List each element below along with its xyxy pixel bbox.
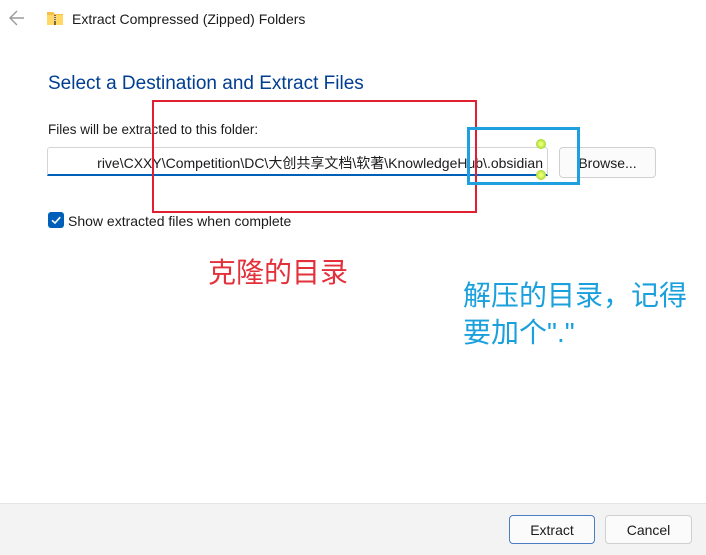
dialog-heading: Select a Destination and Extract Files: [48, 73, 364, 94]
blue-annotation-line-2: 要加个".": [463, 317, 575, 348]
cancel-button[interactable]: Cancel: [605, 515, 692, 544]
blue-annotation-line-1: 解压的目录，记得: [463, 280, 688, 311]
blue-annotation-text: 解压的目录，记得 要加个".": [463, 277, 687, 351]
arrow-left-icon: [9, 10, 24, 26]
zip-folder-icon: [47, 12, 63, 25]
extract-button[interactable]: Extract: [509, 515, 595, 544]
annotation-dot-bottom: [536, 170, 546, 180]
dialog-footer: [0, 503, 706, 555]
title-bar: Extract Compressed (Zipped) Folders: [0, 0, 706, 40]
back-button[interactable]: [6, 6, 30, 30]
show-files-label: Show extracted files when complete: [68, 213, 292, 229]
annotation-dot-top: [536, 139, 546, 149]
red-annotation-text: 克隆的目录: [208, 257, 349, 288]
show-files-checkbox[interactable]: [48, 212, 64, 228]
blue-annotation-box: [467, 127, 580, 185]
checkmark-icon: [51, 216, 61, 225]
red-annotation-box: [152, 100, 477, 213]
window-title: Extract Compressed (Zipped) Folders: [72, 11, 306, 27]
